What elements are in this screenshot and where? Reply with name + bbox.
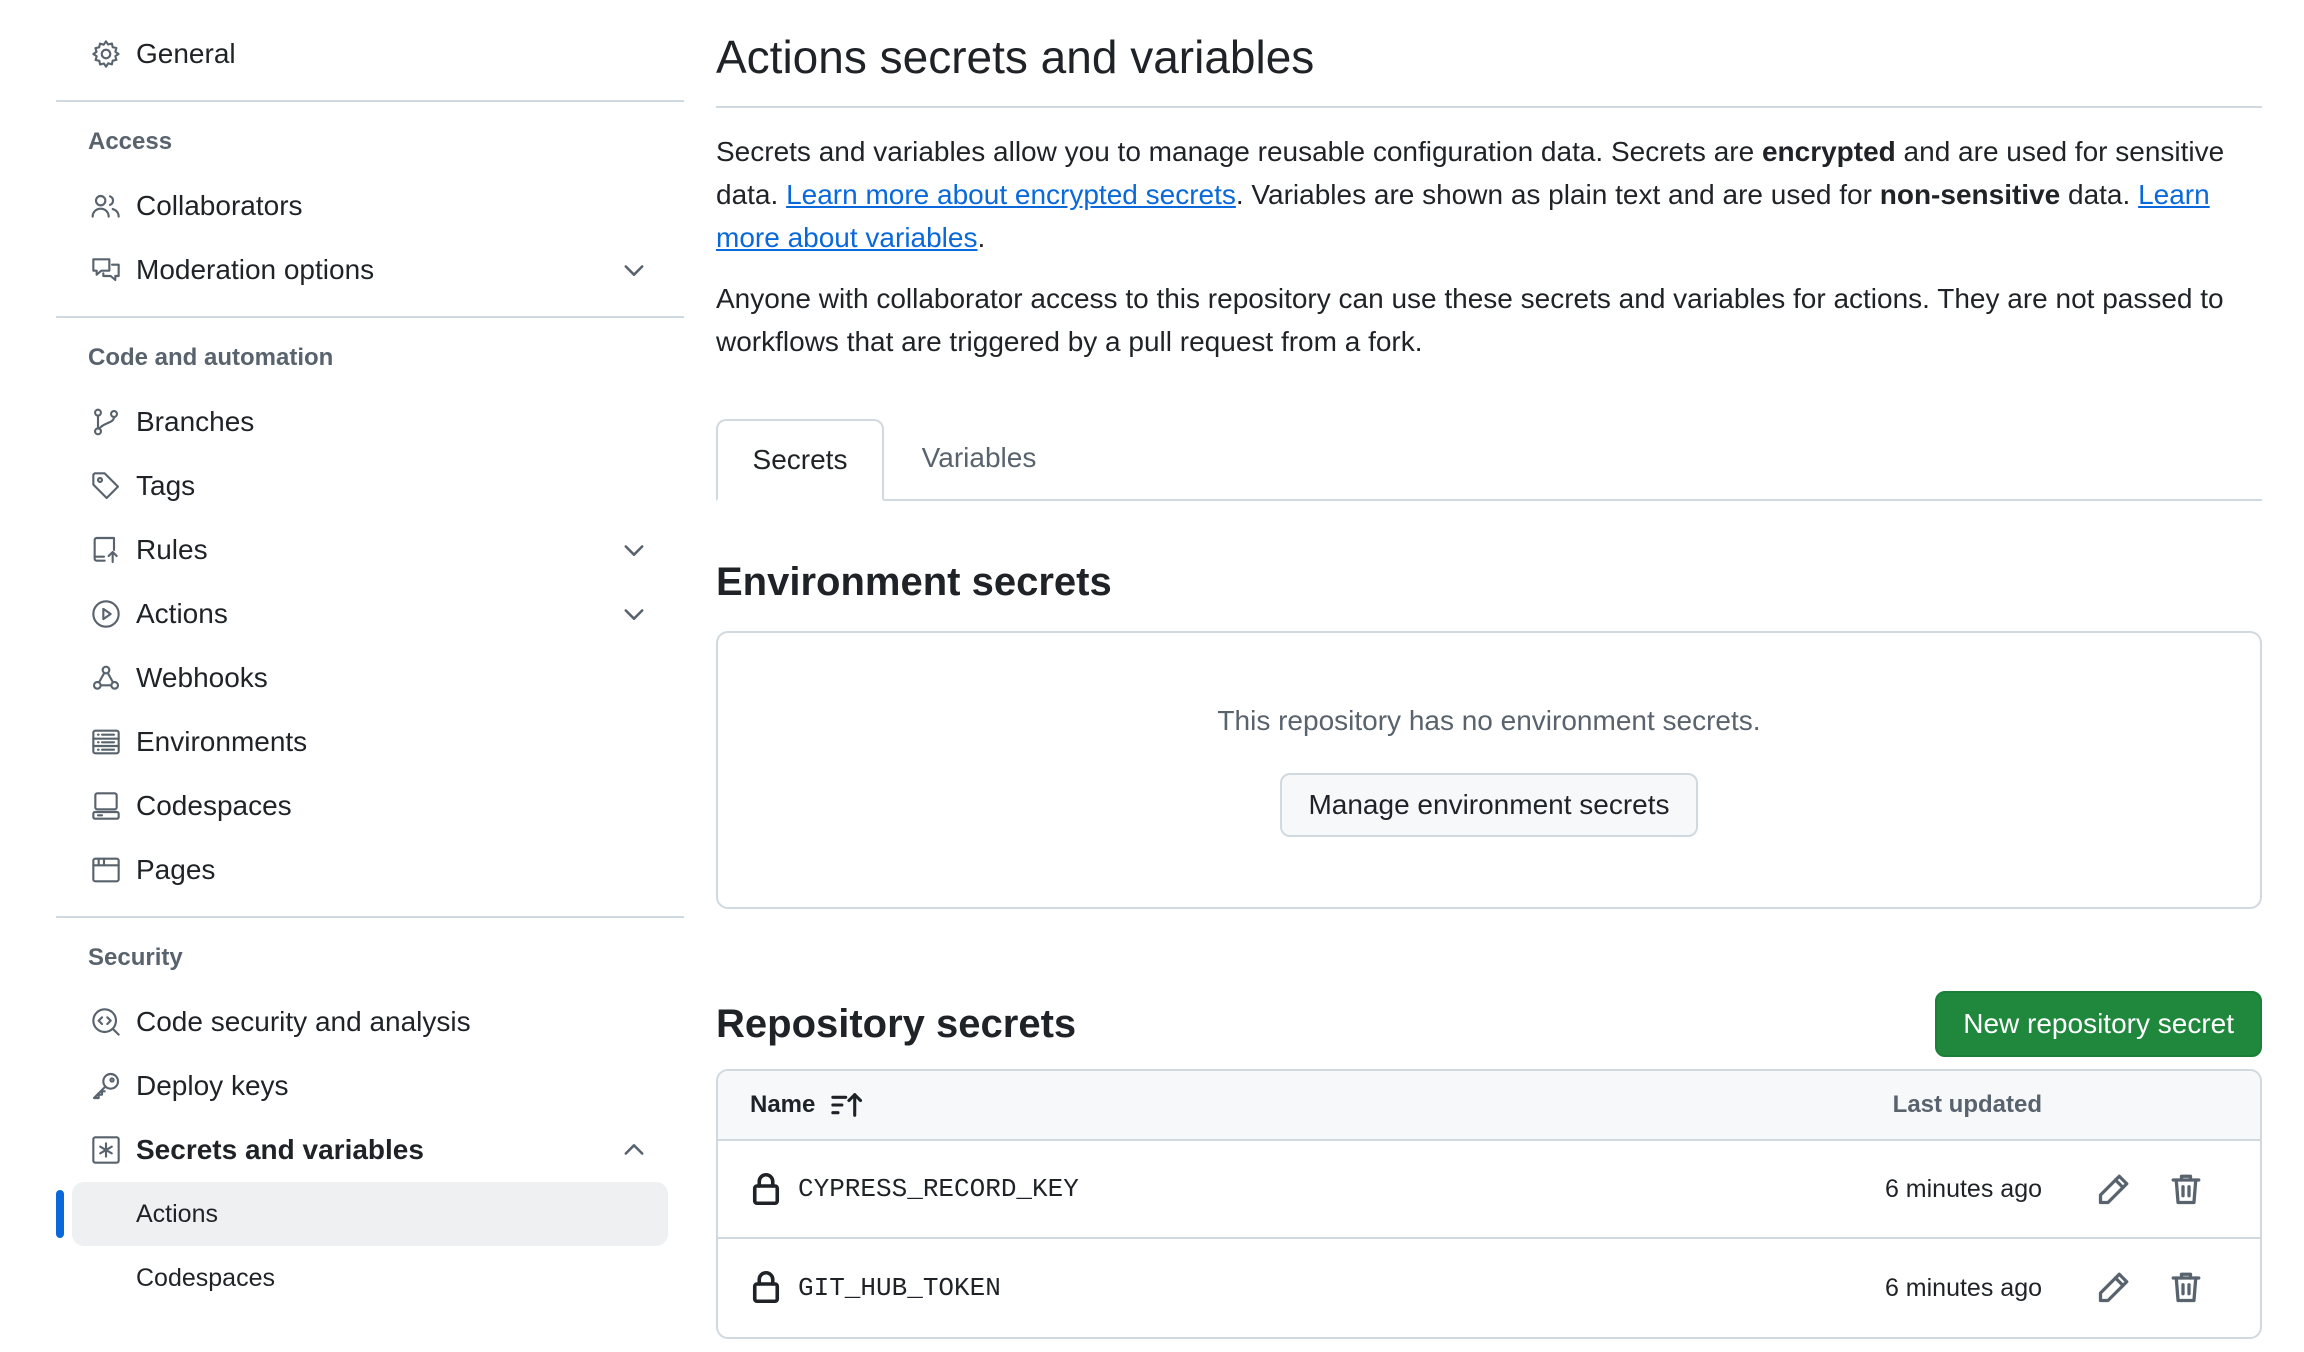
sidebar-item-actions[interactable]: Actions (56, 582, 684, 646)
sidebar-subitem-actions[interactable]: Actions (56, 1182, 668, 1246)
table-row: CYPRESS_RECORD_KEY 6 minutes ago (718, 1141, 2260, 1239)
sidebar-item-label: Environments (136, 726, 308, 757)
comment-discussion-icon (88, 252, 124, 288)
browser-icon (88, 852, 124, 888)
sidebar-item-codespaces[interactable]: Codespaces (56, 774, 684, 838)
sidebar-item-label: Tags (136, 470, 196, 501)
sidebar-item-webhooks[interactable]: Webhooks (56, 646, 684, 710)
git-branch-icon (88, 404, 124, 440)
webhook-icon (88, 660, 124, 696)
column-name[interactable]: Name (750, 1089, 865, 1121)
sidebar-item-tags[interactable]: Tags (56, 454, 684, 518)
tab-variables[interactable]: Variables (884, 417, 1074, 499)
key-asterisk-icon (88, 1132, 124, 1168)
sidebar-item-deploy-keys[interactable]: Deploy keys (56, 1054, 684, 1118)
table-header: Name Last updated (718, 1071, 2260, 1141)
sidebar-item-label: Collaborators (136, 190, 303, 221)
intro-paragraph: Secrets and variables allow you to manag… (716, 130, 2262, 259)
learn-more-secrets-link[interactable]: Learn more about encrypted secrets (786, 179, 1236, 210)
secret-name: CYPRESS_RECORD_KEY (798, 1174, 1079, 1204)
chevron-down-icon[interactable] (620, 600, 648, 628)
active-indicator (56, 1190, 64, 1238)
settings-sidebar: General Access Collaborators Moderation … (56, 0, 684, 1310)
chevron-down-icon[interactable] (620, 256, 648, 284)
secrets-variables-tabs: Secrets Variables (716, 419, 2262, 501)
repository-secrets-heading: Repository secrets (716, 1001, 1077, 1046)
sidebar-item-label: Deploy keys (136, 1070, 289, 1101)
tab-secrets[interactable]: Secrets (716, 419, 884, 501)
secret-name: GIT_HUB_TOKEN (798, 1273, 1001, 1303)
intro-text: . (977, 222, 986, 253)
lock-icon (750, 1171, 782, 1207)
environment-secrets-heading: Environment secrets (716, 559, 1112, 604)
sidebar-section-code-automation: Code and automation (88, 344, 334, 371)
intro-emphasis-non-sensitive: non-sensitive (1879, 179, 2061, 210)
pencil-icon[interactable] (2096, 1269, 2136, 1309)
sidebar-divider (56, 100, 684, 102)
sidebar-item-general[interactable]: General (56, 22, 684, 86)
page-title: Actions secrets and variables (716, 0, 2262, 108)
sidebar-divider (56, 316, 684, 318)
sidebar-item-label: Secrets and variables (136, 1134, 424, 1165)
column-name-label: Name (750, 1091, 816, 1118)
codescan-icon (88, 1004, 124, 1040)
sidebar-item-label: Codespaces (136, 1263, 275, 1292)
tag-icon (88, 468, 124, 504)
sidebar-item-environments[interactable]: Environments (56, 710, 684, 774)
sidebar-item-label: Webhooks (136, 662, 268, 693)
new-repository-secret-button[interactable]: New repository secret (1935, 991, 2262, 1057)
sidebar-section-access: Access (88, 128, 173, 155)
intro-emphasis-encrypted: encrypted (1761, 136, 1896, 167)
sidebar-item-label: General (136, 38, 236, 69)
sidebar-item-label: Codespaces (136, 790, 292, 821)
sidebar-item-moderation-options[interactable]: Moderation options (56, 238, 684, 302)
sidebar-item-label: Pages (136, 854, 216, 885)
access-note-paragraph: Anyone with collaborator access to this … (716, 283, 2224, 357)
sidebar-section-security: Security (88, 944, 183, 971)
trash-icon[interactable] (2168, 1171, 2208, 1211)
sidebar-item-branches[interactable]: Branches (56, 390, 684, 454)
intro-text: Secrets and variables allow you to manag… (716, 136, 1762, 167)
sidebar-item-label: Branches (136, 406, 255, 437)
repository-secrets-table: Name Last updated CYPRESS_RECORD_KEY 6 m… (716, 1069, 2262, 1339)
codespaces-icon (88, 788, 124, 824)
environment-secrets-box: This repository has no environment secre… (716, 631, 2262, 909)
sidebar-item-label: Moderation options (136, 254, 375, 285)
sidebar-item-secrets-variables[interactable]: Secrets and variables (56, 1118, 684, 1182)
repo-push-icon (88, 532, 124, 568)
play-icon (88, 596, 124, 632)
sidebar-item-pages[interactable]: Pages (56, 838, 684, 902)
sidebar-item-label: Actions (136, 598, 228, 629)
lock-icon (750, 1269, 782, 1305)
environment-empty-message: This repository has no environment secre… (1217, 705, 1761, 736)
key-icon (88, 1068, 124, 1104)
sidebar-item-code-security[interactable]: Code security and analysis (56, 990, 684, 1054)
table-row: GIT_HUB_TOKEN 6 minutes ago (718, 1239, 2260, 1337)
sidebar-item-label: Code security and analysis (136, 1006, 471, 1037)
intro-text: . Variables are shown as plain text and … (1235, 179, 1880, 210)
sidebar-item-label: Rules (136, 534, 208, 565)
secret-last-updated: 6 minutes ago (1884, 1174, 2042, 1203)
intro-text: data. (2060, 179, 2139, 210)
pencil-icon[interactable] (2096, 1171, 2136, 1211)
sidebar-item-collaborators[interactable]: Collaborators (56, 174, 684, 238)
trash-icon[interactable] (2168, 1269, 2208, 1309)
server-icon (88, 724, 124, 760)
main-content: Actions secrets and variables Secrets an… (716, 0, 2262, 1339)
sidebar-item-label: Actions (136, 1199, 218, 1228)
sidebar-subitem-codespaces[interactable]: Codespaces (56, 1246, 684, 1310)
people-icon (88, 188, 124, 224)
gear-icon (88, 36, 124, 72)
secret-last-updated: 6 minutes ago (1884, 1273, 2042, 1302)
chevron-up-icon[interactable] (620, 1136, 648, 1164)
chevron-down-icon[interactable] (620, 536, 648, 564)
sidebar-item-rules[interactable]: Rules (56, 518, 684, 582)
repository-secrets-header: Repository secrets New repository secret (716, 991, 2262, 1057)
sort-ascending-icon[interactable] (829, 1089, 865, 1121)
column-last-updated: Last updated (1892, 1091, 2042, 1118)
manage-environment-secrets-button[interactable]: Manage environment secrets (1280, 773, 1698, 837)
sidebar-divider (56, 916, 684, 918)
